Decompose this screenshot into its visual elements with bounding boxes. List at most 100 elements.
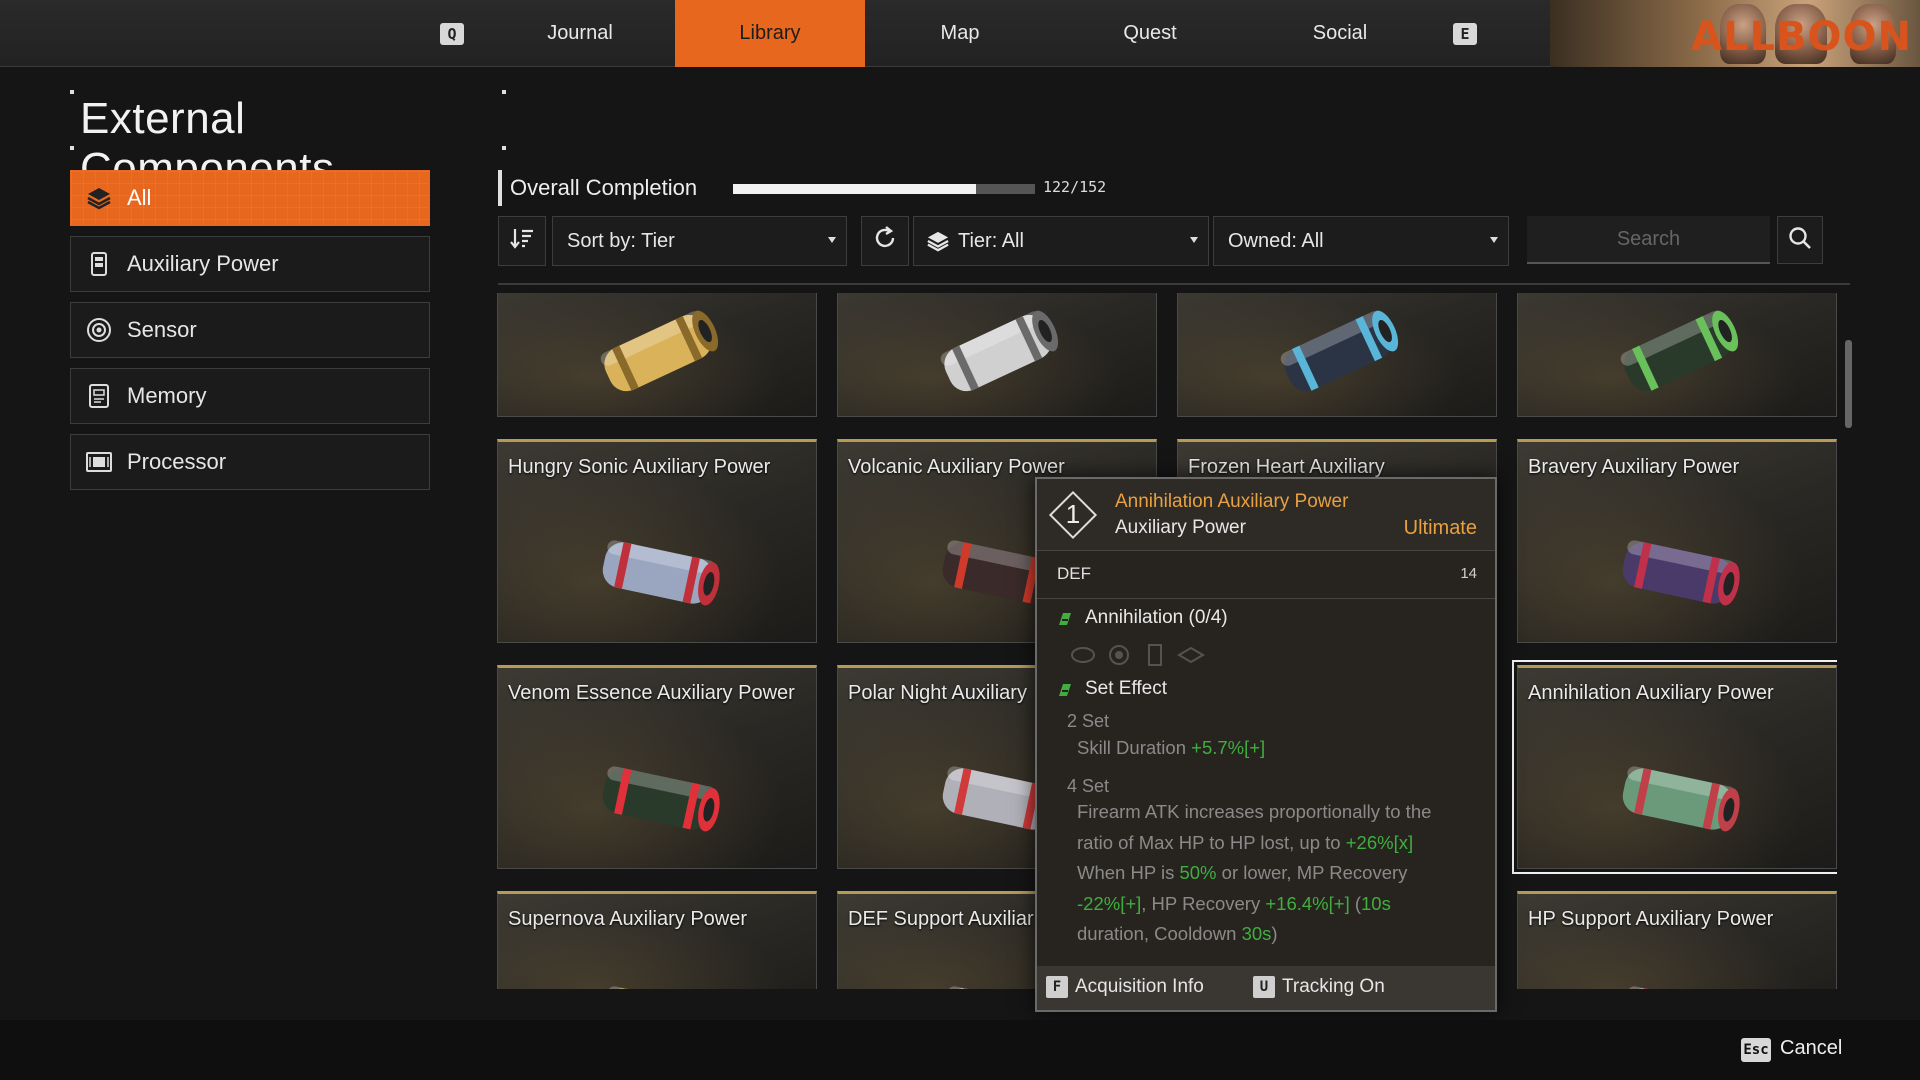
sensor-piece-icon bbox=[1109, 645, 1129, 665]
refresh-icon bbox=[872, 225, 898, 257]
tracking-toggle[interactable]: Tracking On bbox=[1282, 976, 1385, 998]
tier-dropdown-label: Tier: All bbox=[958, 229, 1024, 252]
category-memory[interactable]: Memory bbox=[70, 368, 430, 424]
set2-description: Skill Duration +5.7%[+] bbox=[1077, 737, 1266, 758]
chevron-down-icon bbox=[828, 237, 836, 243]
tooltip-type: Auxiliary Power bbox=[1115, 517, 1246, 538]
layers-icon bbox=[85, 184, 113, 212]
promo-banner[interactable]: ALLBOON bbox=[1550, 0, 1920, 67]
tooltip-grade: Ultimate bbox=[1403, 517, 1477, 539]
acquisition-info-key[interactable]: F bbox=[1046, 976, 1068, 998]
tier-dropdown[interactable]: Tier: All bbox=[913, 216, 1209, 266]
sensor-piece-icon bbox=[1071, 647, 1095, 663]
tab-map[interactable]: Map bbox=[865, 0, 1055, 67]
category-all[interactable]: All bbox=[70, 170, 430, 226]
component-name: Supernova Auxiliary Power bbox=[508, 908, 748, 930]
category-label: Memory bbox=[127, 383, 207, 408]
battery-icon bbox=[85, 250, 113, 278]
acquisition-info-button[interactable]: Acquisition Info bbox=[1075, 976, 1204, 998]
next-tab-key[interactable]: E bbox=[1453, 23, 1477, 45]
set4-label: 4 Set bbox=[1067, 776, 1110, 796]
component-image bbox=[1622, 766, 1740, 832]
tab-journal[interactable]: Journal bbox=[485, 0, 675, 67]
component-name: Hungry Sonic Auxiliary Power bbox=[508, 456, 771, 478]
memory-icon bbox=[85, 382, 113, 410]
set4-description: Firearm ATK increases proportionally to … bbox=[1077, 801, 1432, 944]
search-icon bbox=[1787, 225, 1813, 256]
bottom-bar bbox=[0, 1020, 1920, 1080]
tooltip-title: Annihilation Auxiliary Power bbox=[1115, 491, 1349, 512]
owned-dropdown-label: Owned: All bbox=[1228, 229, 1324, 252]
stat-label: DEF bbox=[1057, 564, 1091, 583]
component-name: Venom Essence Auxiliary Power bbox=[508, 682, 795, 704]
component-image bbox=[602, 986, 716, 989]
sensor-icon bbox=[85, 316, 113, 344]
component-image bbox=[1622, 540, 1740, 606]
reset-filters-button[interactable] bbox=[861, 216, 909, 266]
completion-label: Overall Completion bbox=[498, 170, 697, 206]
component-name: Annihilation Auxiliary Power bbox=[1528, 682, 1774, 704]
completion-progress-fill bbox=[733, 184, 976, 194]
processor-piece-icon bbox=[1177, 646, 1205, 664]
category-label: Auxiliary Power bbox=[127, 251, 279, 276]
category-label: Processor bbox=[127, 449, 227, 474]
component-card[interactable]: HP Support Auxiliary Power bbox=[1517, 891, 1837, 989]
banner-logo: ALLBOON bbox=[1691, 14, 1912, 60]
tracking-key[interactable]: U bbox=[1253, 976, 1275, 998]
tab-library[interactable]: Library bbox=[675, 0, 865, 67]
component-image bbox=[940, 310, 1059, 392]
component-image bbox=[1620, 310, 1739, 392]
component-card[interactable] bbox=[1177, 293, 1497, 417]
item-tooltip: 1 Annihilation Auxiliary Power Auxiliary… bbox=[1035, 477, 1497, 1012]
component-card[interactable]: Bravery Auxiliary Power bbox=[1517, 439, 1837, 643]
component-card[interactable]: Venom Essence Auxiliary Power bbox=[497, 665, 817, 869]
component-name: Volcanic Auxiliary Power bbox=[848, 456, 1065, 478]
sort-dropdown[interactable]: Sort by: Tier bbox=[552, 216, 847, 266]
component-image bbox=[602, 540, 720, 606]
category-processor[interactable]: Processor bbox=[70, 434, 430, 490]
component-image bbox=[1280, 310, 1399, 392]
tooltip-footer: F Acquisition Info U Tracking On bbox=[1037, 966, 1495, 1010]
layers-icon bbox=[926, 230, 950, 252]
component-image bbox=[1622, 986, 1736, 989]
memory-piece-icon bbox=[1148, 644, 1162, 666]
set-effect-label: Set Effect bbox=[1085, 678, 1168, 699]
esc-key[interactable]: Esc bbox=[1741, 1038, 1771, 1062]
category-label: Sensor bbox=[127, 317, 197, 342]
component-card[interactable] bbox=[837, 293, 1157, 417]
owned-dropdown[interactable]: Owned: All bbox=[1213, 216, 1509, 266]
component-name: HP Support Auxiliary Power bbox=[1528, 908, 1774, 930]
search-input[interactable]: Search bbox=[1527, 216, 1770, 264]
set-name: Annihilation (0/4) bbox=[1085, 607, 1228, 628]
completion-progress-bar bbox=[733, 184, 1035, 194]
component-card[interactable] bbox=[1517, 293, 1837, 417]
sort-order-button[interactable] bbox=[498, 216, 546, 266]
component-image bbox=[600, 310, 719, 392]
sort-dropdown-label: Sort by: Tier bbox=[567, 229, 675, 252]
set2-label: 2 Set bbox=[1067, 711, 1110, 731]
tooltip-stat-row: DEF 14 bbox=[1037, 551, 1495, 599]
category-label: All bbox=[127, 185, 152, 210]
tooltip-tier: 1 bbox=[1065, 499, 1081, 529]
component-card[interactable] bbox=[497, 293, 817, 417]
grid-scrollbar[interactable] bbox=[1845, 340, 1852, 428]
chevron-down-icon bbox=[1490, 237, 1498, 243]
top-navigation-bar: Q Journal Library Map Quest Social E ALL… bbox=[0, 0, 1920, 67]
category-auxiliary-power[interactable]: Auxiliary Power bbox=[70, 236, 430, 292]
divider bbox=[498, 283, 1850, 285]
search-button[interactable] bbox=[1777, 216, 1823, 264]
component-name: Frozen Heart Auxiliary bbox=[1188, 456, 1385, 478]
component-card[interactable]: Supernova Auxiliary Power bbox=[497, 891, 817, 989]
stat-value: 14 bbox=[1460, 565, 1477, 582]
page-title-frame: External Components bbox=[70, 90, 506, 193]
tab-social[interactable]: Social bbox=[1245, 0, 1435, 67]
category-sensor[interactable]: Sensor bbox=[70, 302, 430, 358]
component-name: Bravery Auxiliary Power bbox=[1528, 456, 1740, 478]
component-card[interactable]: Annihilation Auxiliary Power bbox=[1512, 660, 1837, 874]
component-card[interactable]: Hungry Sonic Auxiliary Power bbox=[497, 439, 817, 643]
chevron-down-icon bbox=[1190, 237, 1198, 243]
prev-tab-key[interactable]: Q bbox=[440, 23, 464, 45]
tab-quest[interactable]: Quest bbox=[1055, 0, 1245, 67]
set-effect-icon bbox=[1059, 684, 1071, 696]
cancel-button[interactable]: Cancel bbox=[1780, 1037, 1842, 1060]
